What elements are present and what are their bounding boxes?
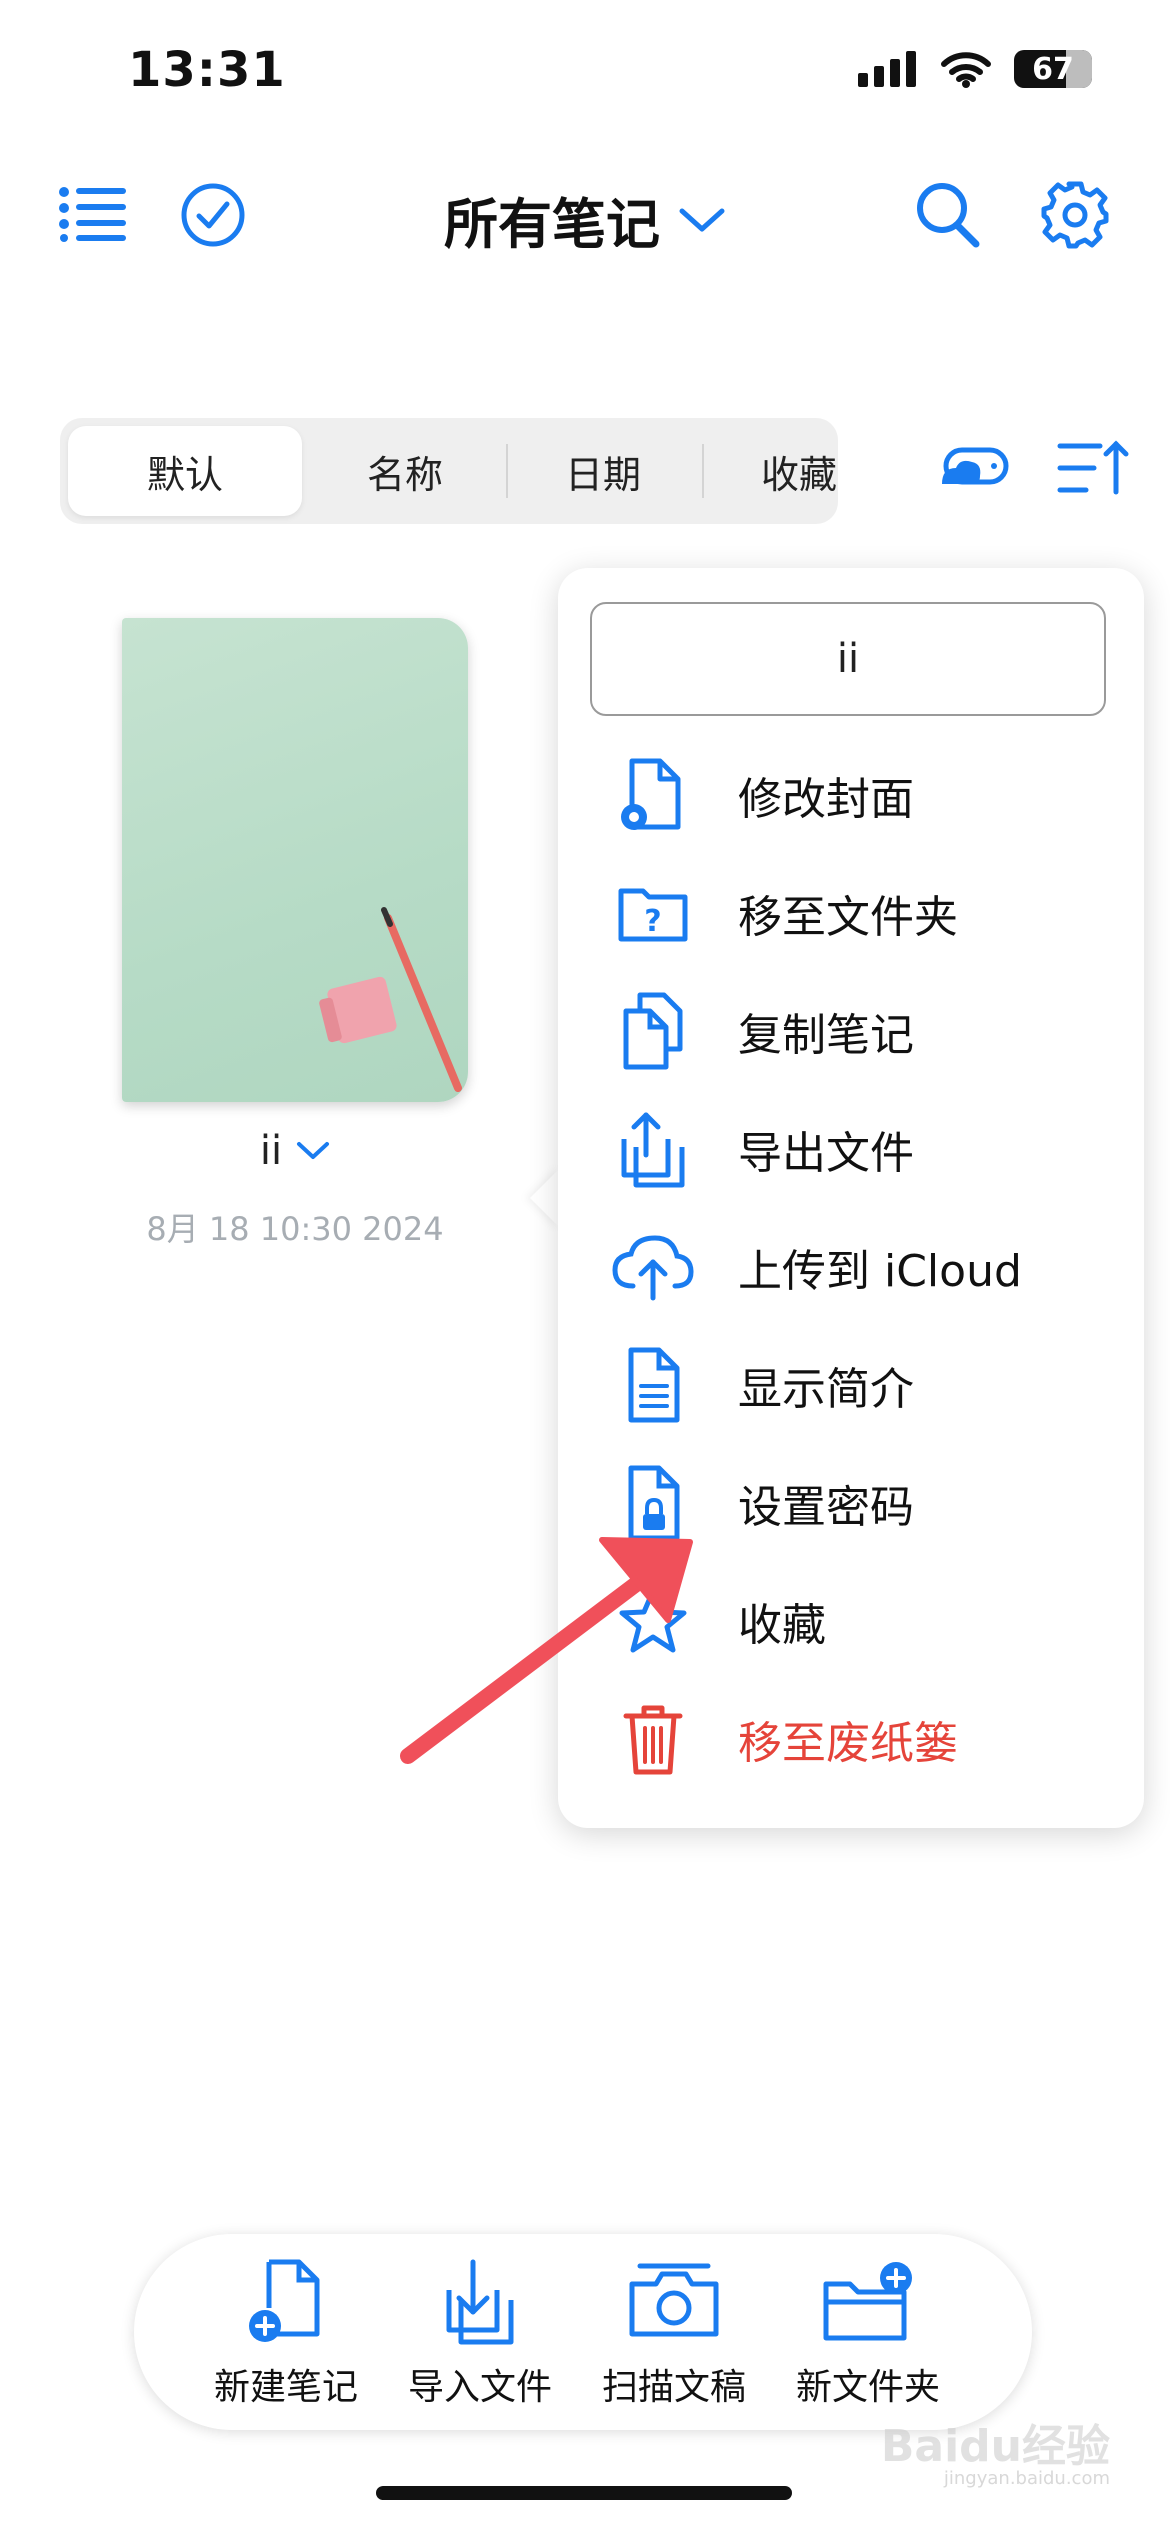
- status-time: 13:31: [128, 42, 286, 98]
- note-cover[interactable]: [122, 618, 468, 1102]
- trash-icon: [608, 1694, 698, 1784]
- scan-document-button[interactable]: 扫描文稿: [584, 2254, 764, 2410]
- menu-change-cover[interactable]: 修改封面: [558, 736, 1144, 854]
- cloud-drive-icon[interactable]: [938, 440, 1010, 492]
- import-file-button[interactable]: 导入文件: [390, 2254, 570, 2410]
- menu-label: 设置密码: [738, 1482, 914, 1533]
- watermark-logo: Baidu经验: [880, 2421, 1110, 2472]
- menu-label: 移至废纸篓: [738, 1718, 958, 1769]
- cellular-signal-icon: [858, 51, 916, 87]
- toolbar-label: 扫描文稿: [601, 2367, 746, 2408]
- menu-export-file[interactable]: 导出文件: [558, 1090, 1144, 1208]
- camera-scan-icon: [629, 2263, 719, 2337]
- menu-label: 复制笔记: [738, 1010, 914, 1061]
- toolbar-label: 新文件夹: [795, 2367, 940, 2408]
- bottom-toolbar: 新建笔记 导入文件 扫描文稿 新文件夹: [134, 2234, 1032, 2430]
- menu-label: 修改封面: [738, 774, 914, 825]
- share-export-icon: [608, 1104, 698, 1194]
- watermark-url: jingyan.baidu.com: [943, 2468, 1110, 2489]
- menu-duplicate-note[interactable]: 复制笔记: [558, 972, 1144, 1090]
- wifi-icon: [941, 52, 991, 88]
- search-icon[interactable]: [914, 180, 982, 250]
- sort-date-tab[interactable]: 日期: [508, 426, 698, 516]
- menu-show-info[interactable]: 显示简介: [558, 1326, 1144, 1444]
- status-indicators: 67: [858, 50, 1092, 88]
- document-gear-icon: [608, 750, 698, 840]
- menu-upload-icloud[interactable]: 上传到 iCloud: [558, 1208, 1144, 1326]
- menu-label: 上传到 iCloud: [738, 1246, 1022, 1297]
- toolbar-label: 导入文件: [407, 2367, 552, 2408]
- sort-favorite-tab[interactable]: 收藏: [704, 426, 894, 516]
- rename-field[interactable]: ii: [590, 602, 1106, 716]
- toolbar-label: 新建笔记: [213, 2367, 358, 2408]
- menu-label: 收藏: [738, 1600, 826, 1651]
- menu-label: 导出文件: [738, 1128, 914, 1179]
- import-file-icon: [446, 2259, 514, 2345]
- sort-name-tab[interactable]: 名称: [312, 426, 498, 516]
- note-date: 8月 18 10:30 2024: [146, 1210, 444, 1248]
- document-lock-icon: [608, 1458, 698, 1548]
- gear-icon[interactable]: [1040, 180, 1110, 250]
- sort-default-tab[interactable]: 默认: [68, 426, 302, 516]
- cloud-upload-icon: [608, 1222, 698, 1312]
- sort-order-icon[interactable]: [1056, 438, 1130, 498]
- battery-indicator: 67: [1014, 50, 1092, 88]
- note-context-menu: ii 修改封面 ? 移至文件夹 复制笔记 导出文件 上传到 iCloud 显示简…: [558, 568, 1144, 1828]
- menu-favorite[interactable]: 收藏: [558, 1562, 1144, 1680]
- star-icon: [608, 1576, 698, 1666]
- menu-label: 移至文件夹: [738, 892, 958, 943]
- folder-question-icon: ?: [608, 868, 698, 958]
- new-note-icon: [249, 2259, 320, 2342]
- chevron-down-icon: [297, 1142, 330, 1159]
- new-note-button[interactable]: 新建笔记: [196, 2254, 376, 2410]
- menu-label: 显示简介: [738, 1364, 914, 1415]
- home-indicator[interactable]: [376, 2486, 792, 2500]
- new-folder-button[interactable]: 新文件夹: [778, 2254, 958, 2410]
- note-name: ii: [259, 1128, 283, 1174]
- popover-arrow: [530, 1168, 560, 1228]
- new-folder-icon: [823, 2262, 912, 2341]
- duplicate-document-icon: [608, 986, 698, 1076]
- pencil-eraser-illustration: [319, 907, 462, 1092]
- menu-move-to-folder[interactable]: ? 移至文件夹: [558, 854, 1144, 972]
- note-title-row[interactable]: ii: [122, 1128, 468, 1174]
- page-title: 所有笔记: [444, 193, 660, 256]
- menu-move-to-trash[interactable]: 移至废纸篓: [558, 1680, 1144, 1798]
- menu-set-password[interactable]: 设置密码: [558, 1444, 1144, 1562]
- chevron-down-icon: [679, 208, 725, 231]
- svg-text:?: ?: [644, 904, 661, 939]
- document-info-icon: [608, 1340, 698, 1430]
- sort-segmented-control: 默认 名称 日期 收藏: [60, 418, 838, 524]
- title-dropdown[interactable]: 所有笔记: [0, 180, 1170, 259]
- battery-level: 67: [1032, 51, 1074, 87]
